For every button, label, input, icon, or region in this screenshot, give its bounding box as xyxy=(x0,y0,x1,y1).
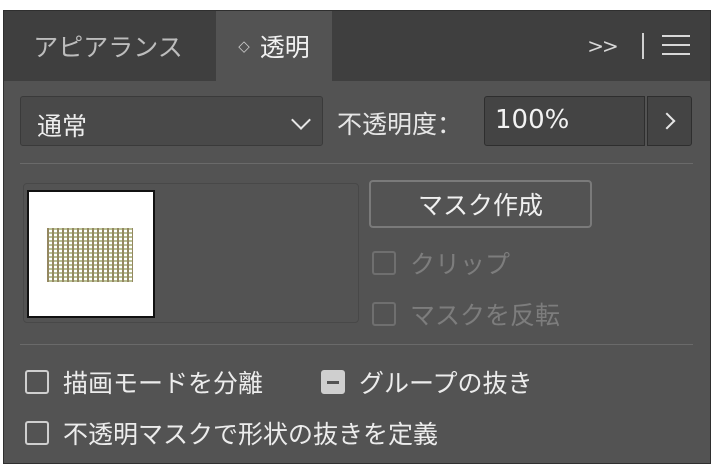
isolate-blending-checkbox[interactable]: 描画モードを分離 xyxy=(25,364,263,400)
tab-transparency-label: 透明 xyxy=(259,33,310,62)
checkbox-icon xyxy=(25,421,49,445)
panel-tab-bar: アピアランス ◇ 透明 >> xyxy=(4,11,710,81)
clip-checkbox[interactable]: クリップ xyxy=(372,245,510,281)
divider xyxy=(20,163,693,164)
checkbox-icon xyxy=(372,251,396,275)
checkbox-icon xyxy=(372,302,396,326)
divider xyxy=(20,344,693,345)
blend-mode-value: 通常 xyxy=(37,112,88,141)
invert-mask-checkbox[interactable]: マスクを反転 xyxy=(372,296,560,332)
make-mask-button[interactable]: マスク作成 xyxy=(369,180,592,228)
tab-appearance[interactable]: アピアランス xyxy=(4,11,212,81)
chevron-down-icon xyxy=(291,110,311,130)
chevron-double-right-icon[interactable]: >> xyxy=(582,11,622,81)
hamburger-menu-icon[interactable] xyxy=(662,33,690,57)
checkbox-mixed-icon xyxy=(321,370,345,394)
tab-transparency[interactable]: ◇ 透明 xyxy=(216,11,332,81)
knockout-group-label: グループの抜き xyxy=(359,369,533,398)
isolate-blending-label: 描画モードを分離 xyxy=(63,369,264,398)
opacity-field[interactable]: 100% xyxy=(484,96,645,146)
artwork-thumbnail[interactable] xyxy=(27,190,155,318)
chevron-right-icon xyxy=(658,112,676,130)
artwork-preview-image xyxy=(47,228,133,282)
define-knockout-shape-checkbox[interactable]: 不透明マスクで形状の抜きを定義 xyxy=(25,415,438,451)
define-knockout-shape-label: 不透明マスクで形状の抜きを定義 xyxy=(63,420,439,449)
checkbox-icon xyxy=(25,370,49,394)
updown-icon: ◇ xyxy=(238,37,250,55)
tab-appearance-label: アピアランス xyxy=(33,33,183,62)
opacity-label: 不透明度： xyxy=(337,110,463,139)
blend-mode-dropdown[interactable]: 通常 xyxy=(20,96,323,146)
knockout-group-checkbox[interactable]: グループの抜き xyxy=(321,364,533,400)
transparency-panel: アピアランス ◇ 透明 >> 通常 不透明度： 100% マスク作成 クリップ … xyxy=(3,10,711,464)
invert-mask-label: マスクを反転 xyxy=(410,301,561,330)
opacity-stepper-button[interactable] xyxy=(647,96,692,146)
toolbar-divider xyxy=(642,33,644,59)
opacity-value: 100% xyxy=(495,105,570,135)
clip-label: クリップ xyxy=(410,250,511,279)
